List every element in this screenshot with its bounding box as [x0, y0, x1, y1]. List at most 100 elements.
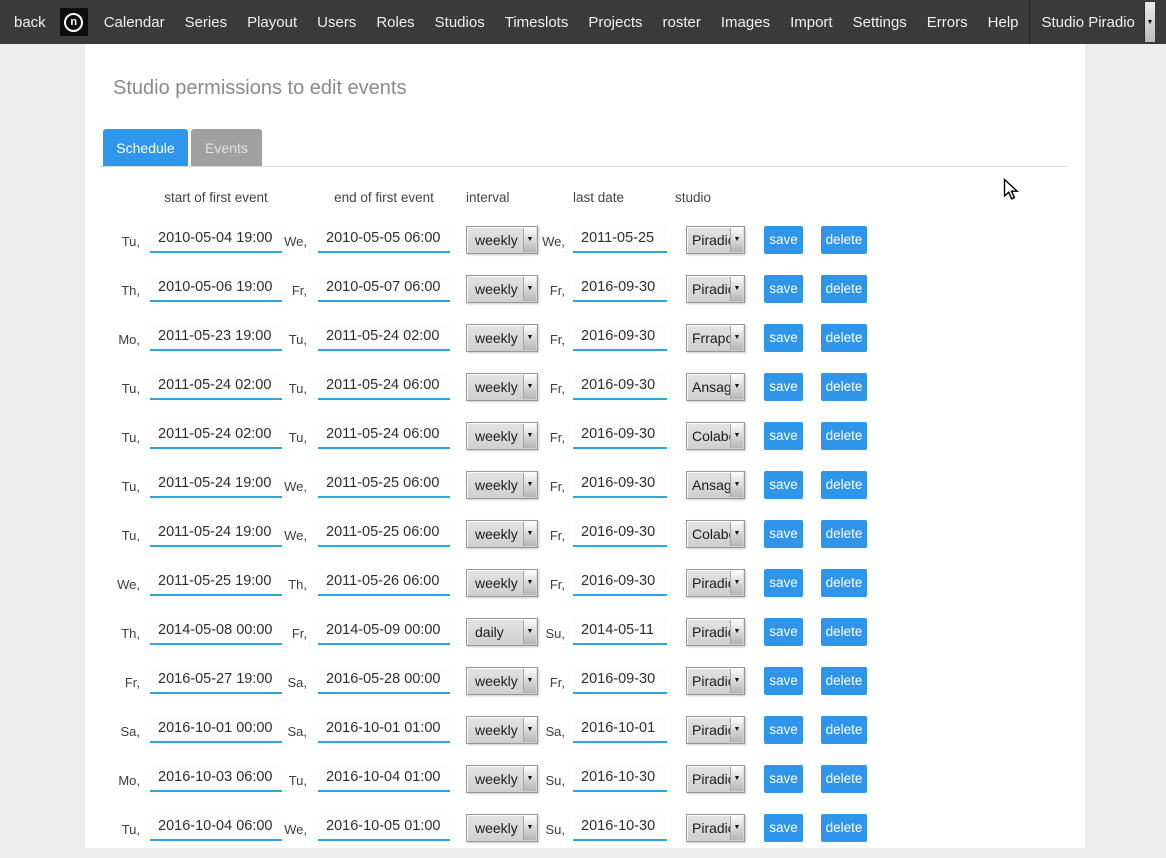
chevron-down-icon[interactable]: ▼ [523, 375, 536, 399]
end-datetime-input[interactable] [318, 471, 450, 498]
save-button[interactable]: save [764, 667, 803, 695]
last-date-input[interactable] [573, 765, 667, 792]
end-datetime-input[interactable] [318, 275, 450, 302]
last-date-input[interactable] [573, 520, 667, 547]
studio-select[interactable]: Piradio ▼ [686, 667, 745, 695]
nav-item-settings[interactable]: Settings [843, 14, 917, 31]
start-datetime-input[interactable] [150, 275, 282, 302]
chevron-down-icon[interactable]: ▼ [730, 816, 743, 840]
nav-item-studios[interactable]: Studios [425, 14, 495, 31]
save-button[interactable]: save [764, 569, 803, 597]
chevron-down-icon[interactable]: ▼ [730, 718, 743, 742]
studio-select[interactable]: Colabo ▼ [686, 422, 745, 450]
start-datetime-input[interactable] [150, 520, 282, 547]
chevron-down-icon[interactable]: ▼ [523, 522, 536, 546]
delete-button[interactable]: delete [821, 814, 867, 842]
interval-select[interactable]: weekly ▼ [466, 373, 538, 401]
nav-item-series[interactable]: Series [175, 14, 238, 31]
chevron-down-icon[interactable]: ▼ [730, 669, 743, 693]
chevron-down-icon[interactable]: ▼ [730, 571, 743, 595]
delete-button[interactable]: delete [821, 765, 867, 793]
save-button[interactable]: save [764, 226, 803, 254]
interval-select[interactable]: weekly ▼ [466, 716, 538, 744]
chevron-down-icon[interactable]: ▼ [730, 326, 743, 350]
studio-select[interactable]: Piradio ▼ [686, 226, 745, 254]
nav-item-users[interactable]: Users [307, 14, 366, 31]
nav-item-calendar[interactable]: Calendar [94, 14, 175, 31]
save-button[interactable]: save [764, 716, 803, 744]
end-datetime-input[interactable] [318, 520, 450, 547]
save-button[interactable]: save [764, 618, 803, 646]
start-datetime-input[interactable] [150, 667, 282, 694]
interval-select[interactable]: weekly ▼ [466, 324, 538, 352]
last-date-input[interactable] [573, 814, 667, 841]
delete-button[interactable]: delete [821, 667, 867, 695]
project-nav-select[interactable]: Project 88vier ▼ [1155, 0, 1166, 44]
last-date-input[interactable] [573, 471, 667, 498]
interval-select[interactable]: daily ▼ [466, 618, 538, 646]
save-button[interactable]: save [764, 275, 803, 303]
chevron-down-icon[interactable]: ▼ [523, 767, 536, 791]
chevron-down-icon[interactable]: ▼ [730, 375, 743, 399]
start-datetime-input[interactable] [150, 569, 282, 596]
last-date-input[interactable] [573, 569, 667, 596]
last-date-input[interactable] [573, 226, 667, 253]
chevron-down-icon[interactable]: ▼ [523, 424, 536, 448]
save-button[interactable]: save [764, 471, 803, 499]
interval-select[interactable]: weekly ▼ [466, 569, 538, 597]
chevron-down-icon[interactable]: ▼ [730, 522, 743, 546]
interval-select[interactable]: weekly ▼ [466, 275, 538, 303]
last-date-input[interactable] [573, 373, 667, 400]
chevron-down-icon[interactable]: ▼ [523, 473, 536, 497]
studio-select[interactable]: Piradio ▼ [686, 618, 745, 646]
delete-button[interactable]: delete [821, 324, 867, 352]
save-button[interactable]: save [764, 814, 803, 842]
last-date-input[interactable] [573, 324, 667, 351]
interval-select[interactable]: weekly ▼ [466, 471, 538, 499]
nav-item-roles[interactable]: Roles [366, 14, 424, 31]
nav-item-timeslots[interactable]: Timeslots [495, 14, 579, 31]
save-button[interactable]: save [764, 373, 803, 401]
end-datetime-input[interactable] [318, 422, 450, 449]
studio-select[interactable]: Piradio ▼ [686, 569, 745, 597]
interval-select[interactable]: weekly ▼ [466, 520, 538, 548]
end-datetime-input[interactable] [318, 765, 450, 792]
studio-select[interactable]: Piradio ▼ [686, 275, 745, 303]
chevron-down-icon[interactable]: ▼ [523, 326, 536, 350]
delete-button[interactable]: delete [821, 373, 867, 401]
chevron-down-icon[interactable]: ▼ [523, 816, 536, 840]
delete-button[interactable]: delete [821, 226, 867, 254]
delete-button[interactable]: delete [821, 422, 867, 450]
save-button[interactable]: save [764, 765, 803, 793]
interval-select[interactable]: weekly ▼ [466, 226, 538, 254]
chevron-down-icon[interactable]: ▼ [730, 620, 743, 644]
interval-select[interactable]: weekly ▼ [466, 422, 538, 450]
studio-select[interactable]: Piradio ▼ [686, 716, 745, 744]
delete-button[interactable]: delete [821, 716, 867, 744]
end-datetime-input[interactable] [318, 569, 450, 596]
last-date-input[interactable] [573, 275, 667, 302]
save-button[interactable]: save [764, 422, 803, 450]
nav-item-playout[interactable]: Playout [237, 14, 307, 31]
studio-select[interactable]: Piradio ▼ [686, 765, 745, 793]
save-button[interactable]: save [764, 520, 803, 548]
chevron-down-icon[interactable]: ▼ [730, 767, 743, 791]
nav-item-errors[interactable]: Errors [917, 14, 978, 31]
start-datetime-input[interactable] [150, 471, 282, 498]
chevron-down-icon[interactable]: ▼ [523, 571, 536, 595]
last-date-input[interactable] [573, 618, 667, 645]
chevron-down-icon[interactable]: ▼ [523, 228, 536, 252]
tab-events[interactable]: Events [191, 129, 262, 166]
end-datetime-input[interactable] [318, 226, 450, 253]
chevron-down-icon[interactable]: ▼ [730, 473, 743, 497]
chevron-down-icon[interactable]: ▼ [523, 620, 536, 644]
end-datetime-input[interactable] [318, 667, 450, 694]
last-date-input[interactable] [573, 716, 667, 743]
studio-select[interactable]: Piradio ▼ [686, 814, 745, 842]
chevron-down-icon[interactable]: ▼ [523, 718, 536, 742]
chevron-down-icon[interactable]: ▼ [730, 277, 743, 301]
nav-item-import[interactable]: Import [780, 14, 843, 31]
nav-item-back[interactable]: back [0, 14, 58, 31]
start-datetime-input[interactable] [150, 618, 282, 645]
delete-button[interactable]: delete [821, 275, 867, 303]
